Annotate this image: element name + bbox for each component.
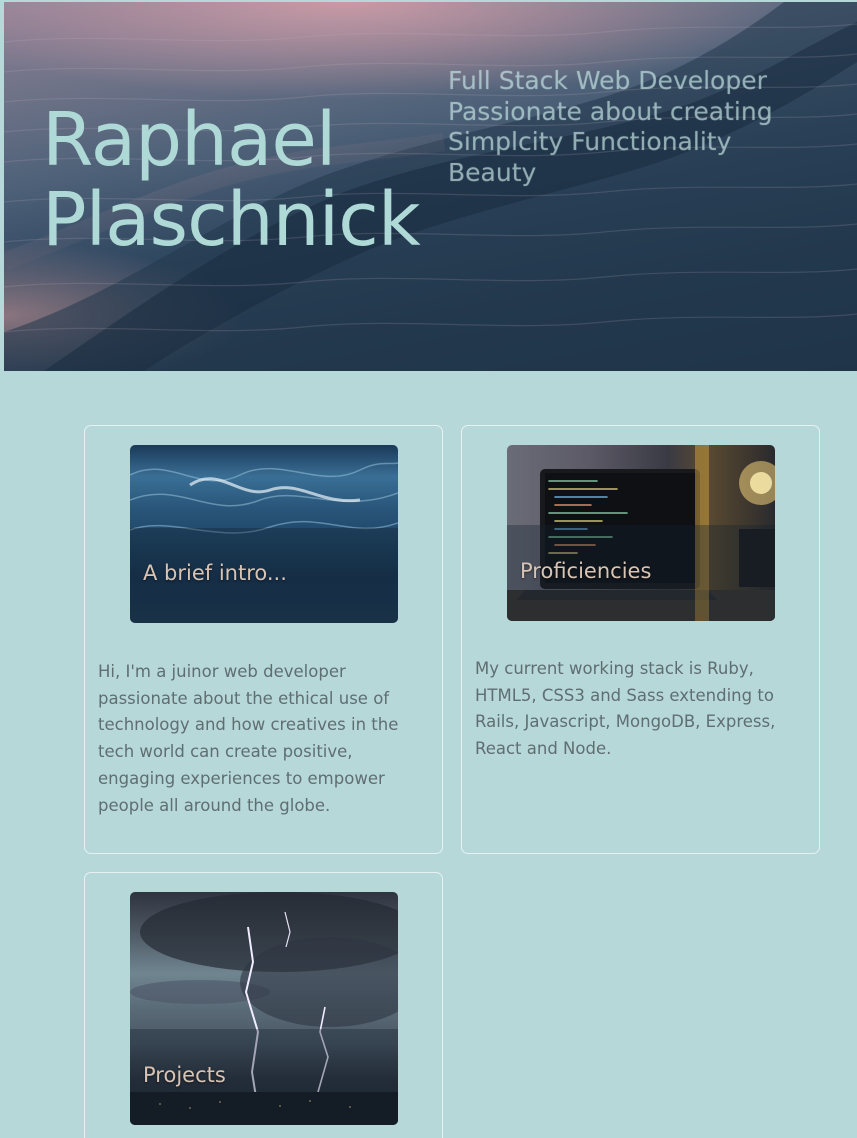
card-title[interactable]: Proficiencies [520, 559, 651, 583]
lightning-storm-thumbnail[interactable]: Projects [130, 892, 398, 1125]
intro-card[interactable]: A brief intro... Hi, I'm a juinor web de… [84, 425, 443, 854]
hero-banner: Raphael Plaschnick Full Stack Web Develo… [4, 2, 857, 371]
hero-name-last: Plaschnick [42, 177, 421, 263]
hero-name: Raphael Plaschnick [42, 97, 421, 263]
projects-card[interactable]: Projects [84, 872, 443, 1138]
tagline-line: Beauty [448, 157, 537, 187]
hero-tagline: Full Stack Web Developer Passionate abou… [448, 66, 848, 188]
laptop-thumbnail[interactable]: Proficiencies [507, 445, 775, 621]
card-title[interactable]: A brief intro... [143, 561, 287, 585]
ocean-wave-thumbnail[interactable]: A brief intro... [130, 445, 398, 623]
hero-name-first: Raphael [42, 97, 336, 183]
card-description: Hi, I'm a juinor web developer passionat… [98, 662, 399, 815]
tagline-line: Full Stack Web Developer [448, 66, 767, 95]
card-description: My current working stack is Ruby, HTML5,… [475, 659, 776, 759]
tagline-line: Passionate about creating [448, 96, 773, 126]
proficiencies-card[interactable]: Proficiencies My current working stack i… [461, 425, 820, 854]
card-title[interactable]: Projects [143, 1063, 226, 1087]
tagline-line: Simplcity Functionality [448, 127, 732, 156]
